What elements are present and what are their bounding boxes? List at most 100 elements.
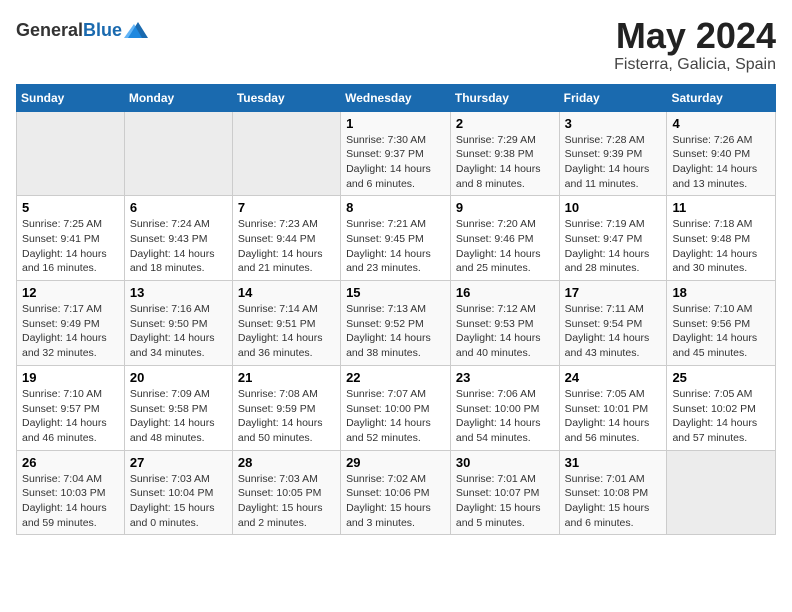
day-info: Sunrise: 7:02 AM Sunset: 10:06 PM Daylig… <box>346 472 445 531</box>
day-info: Sunrise: 7:12 AM Sunset: 9:53 PM Dayligh… <box>456 302 554 361</box>
day-number: 16 <box>456 285 554 300</box>
day-info: Sunrise: 7:08 AM Sunset: 9:59 PM Dayligh… <box>238 387 335 446</box>
calendar-cell: 22 Sunrise: 7:07 AM Sunset: 10:00 PM Dayl… <box>341 365 451 450</box>
calendar-cell <box>17 111 125 196</box>
calendar-cell: 1Sunrise: 7:30 AM Sunset: 9:37 PM Daylig… <box>341 111 451 196</box>
day-info: Sunrise: 7:24 AM Sunset: 9:43 PM Dayligh… <box>130 217 227 276</box>
calendar-cell <box>124 111 232 196</box>
calendar-week-row: 26 Sunrise: 7:04 AM Sunset: 10:03 PM Dayl… <box>17 450 776 535</box>
calendar-cell: 11Sunrise: 7:18 AM Sunset: 9:48 PM Dayli… <box>667 196 776 281</box>
day-number: 28 <box>238 455 335 470</box>
day-number: 24 <box>565 370 662 385</box>
calendar-week-row: 12Sunrise: 7:17 AM Sunset: 9:49 PM Dayli… <box>17 281 776 366</box>
calendar-cell: 27 Sunrise: 7:03 AM Sunset: 10:04 PM Dayl… <box>124 450 232 535</box>
day-info: Sunrise: 7:20 AM Sunset: 9:46 PM Dayligh… <box>456 217 554 276</box>
day-number: 25 <box>672 370 770 385</box>
day-number: 30 <box>456 455 554 470</box>
calendar-cell: 7 Sunrise: 7:23 AM Sunset: 9:44 PM Daylig… <box>232 196 340 281</box>
day-info: Sunrise: 7:10 AM Sunset: 9:57 PM Dayligh… <box>22 387 119 446</box>
calendar-table: SundayMondayTuesdayWednesdayThursdayFrid… <box>16 84 776 536</box>
day-number: 14 <box>238 285 335 300</box>
day-info: Sunrise: 7:07 AM Sunset: 10:00 PM Daylig… <box>346 387 445 446</box>
day-number: 26 <box>22 455 119 470</box>
day-number: 22 <box>346 370 445 385</box>
calendar-cell: 31 Sunrise: 7:01 AM Sunset: 10:08 PM Dayl… <box>559 450 667 535</box>
weekday-header-thursday: Thursday <box>450 84 559 111</box>
day-info: Sunrise: 7:26 AM Sunset: 9:40 PM Dayligh… <box>672 133 770 192</box>
calendar-cell <box>232 111 340 196</box>
day-number: 9 <box>456 200 554 215</box>
day-info: Sunrise: 7:05 AM Sunset: 10:01 PM Daylig… <box>565 387 662 446</box>
calendar-cell: 18 Sunrise: 7:10 AM Sunset: 9:56 PM Dayli… <box>667 281 776 366</box>
day-number: 15 <box>346 285 445 300</box>
calendar-week-row: 5 Sunrise: 7:25 AM Sunset: 9:41 PM Daylig… <box>17 196 776 281</box>
calendar-cell: 25Sunrise: 7:05 AM Sunset: 10:02 PM Dayl… <box>667 365 776 450</box>
day-info: Sunrise: 7:01 AM Sunset: 10:08 PM Daylig… <box>565 472 662 531</box>
logo-general: General <box>16 20 83 40</box>
day-number: 27 <box>130 455 227 470</box>
day-number: 6 <box>130 200 227 215</box>
weekday-header-row: SundayMondayTuesdayWednesdayThursdayFrid… <box>17 84 776 111</box>
day-number: 3 <box>565 116 662 131</box>
day-info: Sunrise: 7:01 AM Sunset: 10:07 PM Daylig… <box>456 472 554 531</box>
day-number: 4 <box>672 116 770 131</box>
calendar-cell <box>667 450 776 535</box>
day-info: Sunrise: 7:09 AM Sunset: 9:58 PM Dayligh… <box>130 387 227 446</box>
calendar-cell: 13Sunrise: 7:16 AM Sunset: 9:50 PM Dayli… <box>124 281 232 366</box>
calendar-cell: 28 Sunrise: 7:03 AM Sunset: 10:05 PM Dayl… <box>232 450 340 535</box>
calendar-cell: 15 Sunrise: 7:13 AM Sunset: 9:52 PM Dayli… <box>341 281 451 366</box>
day-info: Sunrise: 7:25 AM Sunset: 9:41 PM Dayligh… <box>22 217 119 276</box>
day-number: 10 <box>565 200 662 215</box>
main-title: May 2024 <box>614 16 776 56</box>
day-number: 2 <box>456 116 554 131</box>
calendar-cell: 3 Sunrise: 7:28 AM Sunset: 9:39 PM Daylig… <box>559 111 667 196</box>
day-number: 7 <box>238 200 335 215</box>
day-number: 5 <box>22 200 119 215</box>
day-info: Sunrise: 7:23 AM Sunset: 9:44 PM Dayligh… <box>238 217 335 276</box>
calendar-cell: 8 Sunrise: 7:21 AM Sunset: 9:45 PM Daylig… <box>341 196 451 281</box>
day-info: Sunrise: 7:10 AM Sunset: 9:56 PM Dayligh… <box>672 302 770 361</box>
weekday-header-saturday: Saturday <box>667 84 776 111</box>
calendar-cell: 5 Sunrise: 7:25 AM Sunset: 9:41 PM Daylig… <box>17 196 125 281</box>
weekday-header-tuesday: Tuesday <box>232 84 340 111</box>
calendar-cell: 20 Sunrise: 7:09 AM Sunset: 9:58 PM Dayli… <box>124 365 232 450</box>
day-info: Sunrise: 7:29 AM Sunset: 9:38 PM Dayligh… <box>456 133 554 192</box>
title-block: May 2024 Fisterra, Galicia, Spain <box>614 16 776 74</box>
calendar-cell: 9 Sunrise: 7:20 AM Sunset: 9:46 PM Daylig… <box>450 196 559 281</box>
logo: GeneralBlue <box>16 16 152 44</box>
day-info: Sunrise: 7:17 AM Sunset: 9:49 PM Dayligh… <box>22 302 119 361</box>
calendar-cell: 29 Sunrise: 7:02 AM Sunset: 10:06 PM Dayl… <box>341 450 451 535</box>
logo-icon <box>124 16 152 44</box>
calendar-cell: 16 Sunrise: 7:12 AM Sunset: 9:53 PM Dayli… <box>450 281 559 366</box>
calendar-cell: 12Sunrise: 7:17 AM Sunset: 9:49 PM Dayli… <box>17 281 125 366</box>
day-number: 29 <box>346 455 445 470</box>
day-info: Sunrise: 7:21 AM Sunset: 9:45 PM Dayligh… <box>346 217 445 276</box>
day-info: Sunrise: 7:13 AM Sunset: 9:52 PM Dayligh… <box>346 302 445 361</box>
calendar-cell: 30 Sunrise: 7:01 AM Sunset: 10:07 PM Dayl… <box>450 450 559 535</box>
calendar-week-row: 19Sunrise: 7:10 AM Sunset: 9:57 PM Dayli… <box>17 365 776 450</box>
subtitle: Fisterra, Galicia, Spain <box>614 56 776 74</box>
day-info: Sunrise: 7:28 AM Sunset: 9:39 PM Dayligh… <box>565 133 662 192</box>
day-info: Sunrise: 7:19 AM Sunset: 9:47 PM Dayligh… <box>565 217 662 276</box>
calendar-cell: 4 Sunrise: 7:26 AM Sunset: 9:40 PM Daylig… <box>667 111 776 196</box>
day-number: 1 <box>346 116 445 131</box>
day-info: Sunrise: 7:18 AM Sunset: 9:48 PM Dayligh… <box>672 217 770 276</box>
day-number: 31 <box>565 455 662 470</box>
calendar-cell: 24 Sunrise: 7:05 AM Sunset: 10:01 PM Dayl… <box>559 365 667 450</box>
day-info: Sunrise: 7:11 AM Sunset: 9:54 PM Dayligh… <box>565 302 662 361</box>
day-info: Sunrise: 7:03 AM Sunset: 10:04 PM Daylig… <box>130 472 227 531</box>
calendar-cell: 14Sunrise: 7:14 AM Sunset: 9:51 PM Dayli… <box>232 281 340 366</box>
calendar-cell: 19Sunrise: 7:10 AM Sunset: 9:57 PM Dayli… <box>17 365 125 450</box>
day-info: Sunrise: 7:04 AM Sunset: 10:03 PM Daylig… <box>22 472 119 531</box>
day-info: Sunrise: 7:06 AM Sunset: 10:00 PM Daylig… <box>456 387 554 446</box>
day-info: Sunrise: 7:03 AM Sunset: 10:05 PM Daylig… <box>238 472 335 531</box>
day-number: 23 <box>456 370 554 385</box>
page-header: GeneralBlue May 2024 Fisterra, Galicia, … <box>16 16 776 74</box>
weekday-header-wednesday: Wednesday <box>341 84 451 111</box>
day-number: 8 <box>346 200 445 215</box>
calendar-cell: 21Sunrise: 7:08 AM Sunset: 9:59 PM Dayli… <box>232 365 340 450</box>
day-number: 20 <box>130 370 227 385</box>
calendar-week-row: 1Sunrise: 7:30 AM Sunset: 9:37 PM Daylig… <box>17 111 776 196</box>
calendar-cell: 26 Sunrise: 7:04 AM Sunset: 10:03 PM Dayl… <box>17 450 125 535</box>
day-number: 18 <box>672 285 770 300</box>
